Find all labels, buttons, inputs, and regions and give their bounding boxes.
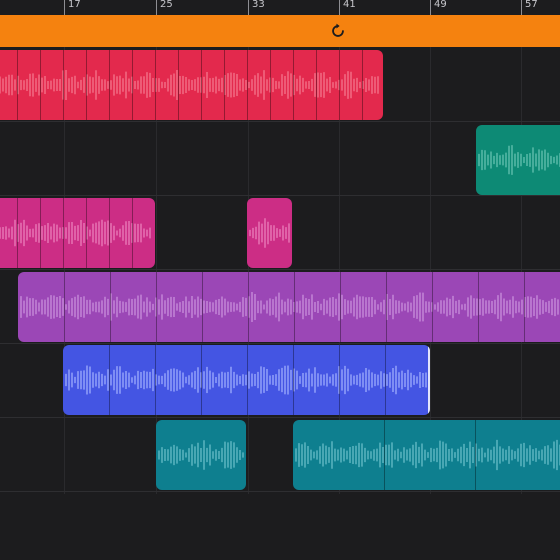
region-end-marker xyxy=(428,345,430,415)
region-loop-divider xyxy=(247,50,248,120)
region-loop-divider xyxy=(384,420,385,490)
ruler-mark-17: 17 xyxy=(64,0,81,15)
region-loop-divider xyxy=(155,50,156,120)
region-loop-divider xyxy=(155,345,156,415)
region-loop-divider xyxy=(64,272,65,342)
audio-region[interactable] xyxy=(0,50,383,120)
region-loop-divider xyxy=(156,272,157,342)
region-loop-divider xyxy=(86,198,87,268)
waveform xyxy=(249,218,290,248)
audio-region[interactable] xyxy=(476,125,560,195)
region-loop-divider xyxy=(202,272,203,342)
region-loop-divider xyxy=(40,50,41,120)
region-loop-divider xyxy=(63,198,64,268)
audio-region[interactable] xyxy=(63,345,430,415)
region-loop-divider xyxy=(224,50,225,120)
track-divider xyxy=(0,417,560,418)
loop-icon[interactable] xyxy=(329,22,347,40)
ruler-mark-41: 41 xyxy=(339,0,356,15)
track-divider xyxy=(0,491,560,492)
region-loop-divider xyxy=(339,345,340,415)
audio-region[interactable] xyxy=(247,198,292,268)
audio-region[interactable] xyxy=(293,420,560,490)
region-loop-divider xyxy=(132,50,133,120)
ruler-mark-25: 25 xyxy=(156,0,173,15)
region-loop-divider xyxy=(475,420,476,490)
region-loop-divider xyxy=(294,272,295,342)
ruler-label: 49 xyxy=(434,0,447,10)
audio-region[interactable] xyxy=(156,420,246,490)
ruler-mark-33: 33 xyxy=(248,0,265,15)
ruler-mark-49: 49 xyxy=(430,0,447,15)
ruler-label: 57 xyxy=(525,0,538,10)
region-loop-divider xyxy=(132,198,133,268)
region-loop-divider xyxy=(109,345,110,415)
region-loop-divider xyxy=(17,198,18,268)
cycle-region-bar[interactable] xyxy=(0,15,560,47)
region-loop-divider xyxy=(109,198,110,268)
region-loop-divider xyxy=(339,50,340,120)
region-loop-divider xyxy=(270,50,271,120)
region-loop-divider xyxy=(63,50,64,120)
region-loop-divider xyxy=(17,50,18,120)
ruler-mark-57: 57 xyxy=(521,0,538,15)
region-loop-divider xyxy=(40,198,41,268)
track-divider xyxy=(0,343,560,344)
audio-region[interactable] xyxy=(18,272,560,342)
waveform xyxy=(158,440,244,470)
region-loop-divider xyxy=(362,50,363,120)
region-loop-divider xyxy=(248,272,249,342)
region-loop-divider xyxy=(293,345,294,415)
region-loop-divider xyxy=(293,50,294,120)
audio-region[interactable] xyxy=(0,198,155,268)
region-loop-divider xyxy=(316,50,317,120)
track-divider xyxy=(0,195,560,196)
region-loop-divider xyxy=(478,272,479,342)
region-loop-divider xyxy=(201,345,202,415)
waveform xyxy=(0,69,379,101)
region-loop-divider xyxy=(385,345,386,415)
region-loop-divider xyxy=(86,50,87,120)
region-loop-divider xyxy=(247,345,248,415)
ruler-label: 33 xyxy=(252,0,265,10)
arrange-area[interactable] xyxy=(0,47,560,560)
ruler-label: 17 xyxy=(68,0,81,10)
region-loop-divider xyxy=(432,272,433,342)
region-loop-divider xyxy=(178,50,179,120)
track-divider xyxy=(0,121,560,122)
region-loop-divider xyxy=(201,50,202,120)
ruler-label: 25 xyxy=(160,0,173,10)
waveform xyxy=(478,145,560,175)
region-loop-divider xyxy=(386,272,387,342)
region-loop-divider xyxy=(110,272,111,342)
region-loop-divider xyxy=(524,272,525,342)
region-loop-divider xyxy=(340,272,341,342)
track-divider xyxy=(0,269,560,270)
ruler-label: 41 xyxy=(343,0,356,10)
region-loop-divider xyxy=(109,50,110,120)
timeline-ruler[interactable]: 17 25 33 41 49 57 xyxy=(0,0,560,15)
waveform xyxy=(295,439,560,471)
